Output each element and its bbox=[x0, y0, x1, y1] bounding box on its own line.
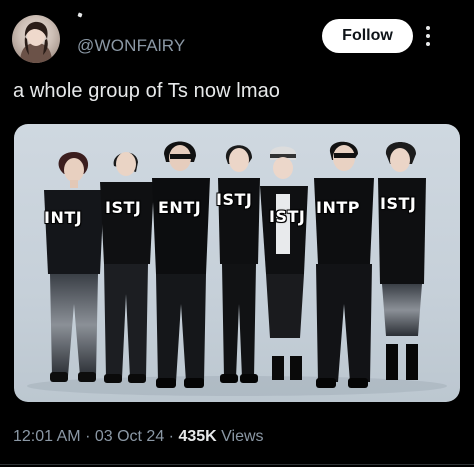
tweet-date[interactable]: 03 Oct 24 bbox=[95, 428, 164, 445]
tweet-header: @WONFAlRY Follow bbox=[0, 0, 474, 76]
display-name-mark bbox=[77, 12, 83, 18]
mbti-label: ENTJ bbox=[158, 198, 202, 217]
tweet-text: a whole group of Ts now lmao bbox=[13, 80, 281, 102]
meta-separator: · bbox=[85, 428, 91, 445]
author-handle[interactable]: @WONFAlRY bbox=[77, 36, 185, 56]
mbti-label: INTP bbox=[316, 198, 360, 217]
group-photo-illustration bbox=[27, 141, 447, 396]
tweet-meta: 12:01 AM · 03 Oct 24 · 435K Views bbox=[13, 428, 264, 446]
meta-separator: · bbox=[168, 428, 174, 445]
mbti-label: ISTJ bbox=[216, 190, 253, 209]
tweet-photo[interactable]: INTJ ISTJ ENTJ ISTJ ISTJ INTP ISTJ bbox=[14, 124, 460, 402]
mbti-label: INTJ bbox=[44, 208, 83, 227]
divider bbox=[0, 464, 474, 465]
mbti-label: ISTJ bbox=[269, 207, 306, 226]
views-count: 435K bbox=[178, 428, 217, 445]
more-options-icon[interactable] bbox=[418, 20, 438, 52]
views-label: Views bbox=[221, 428, 264, 445]
tweet-time[interactable]: 12:01 AM bbox=[13, 428, 81, 445]
mbti-label: ISTJ bbox=[105, 198, 142, 217]
profile-avatar[interactable] bbox=[12, 15, 60, 63]
follow-button[interactable]: Follow bbox=[322, 19, 413, 53]
mbti-label: ISTJ bbox=[380, 194, 417, 213]
